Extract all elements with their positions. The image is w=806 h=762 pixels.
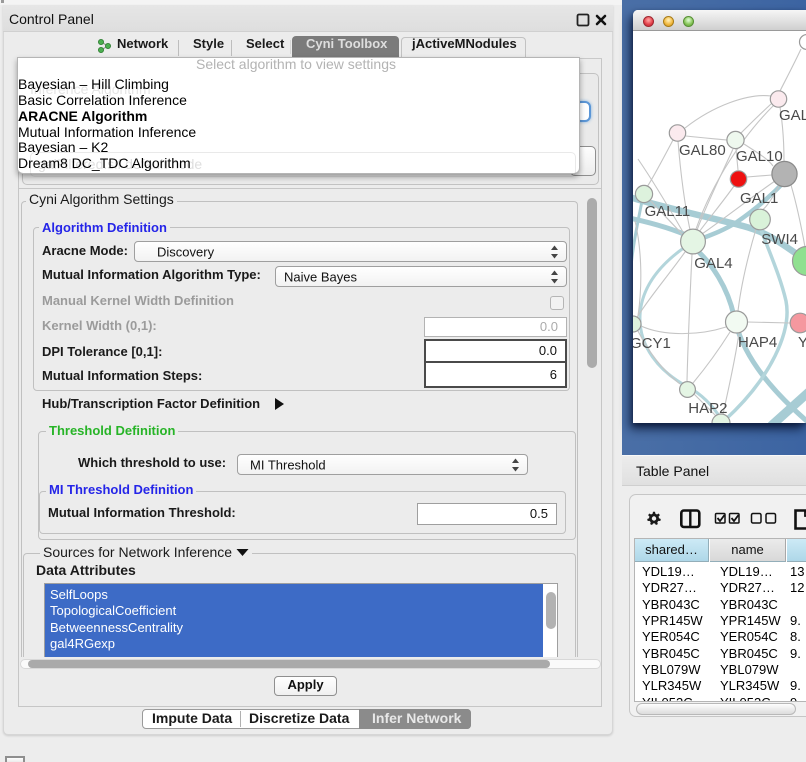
svg-text:GAL: GAL (779, 107, 806, 124)
svg-text:HAP2: HAP2 (688, 400, 727, 417)
svg-text:GAL1: GAL1 (740, 190, 778, 207)
svg-text:GAL4: GAL4 (694, 255, 732, 272)
svg-text:GAL80: GAL80 (679, 142, 726, 159)
svg-text:SWI4: SWI4 (761, 231, 798, 248)
svg-text:HAP4: HAP4 (738, 334, 777, 351)
svg-text:GAL10: GAL10 (736, 148, 783, 165)
svg-text:GAL11: GAL11 (645, 203, 691, 220)
svg-text:Y: Y (798, 334, 806, 351)
svg-text:GCY1: GCY1 (633, 335, 671, 352)
